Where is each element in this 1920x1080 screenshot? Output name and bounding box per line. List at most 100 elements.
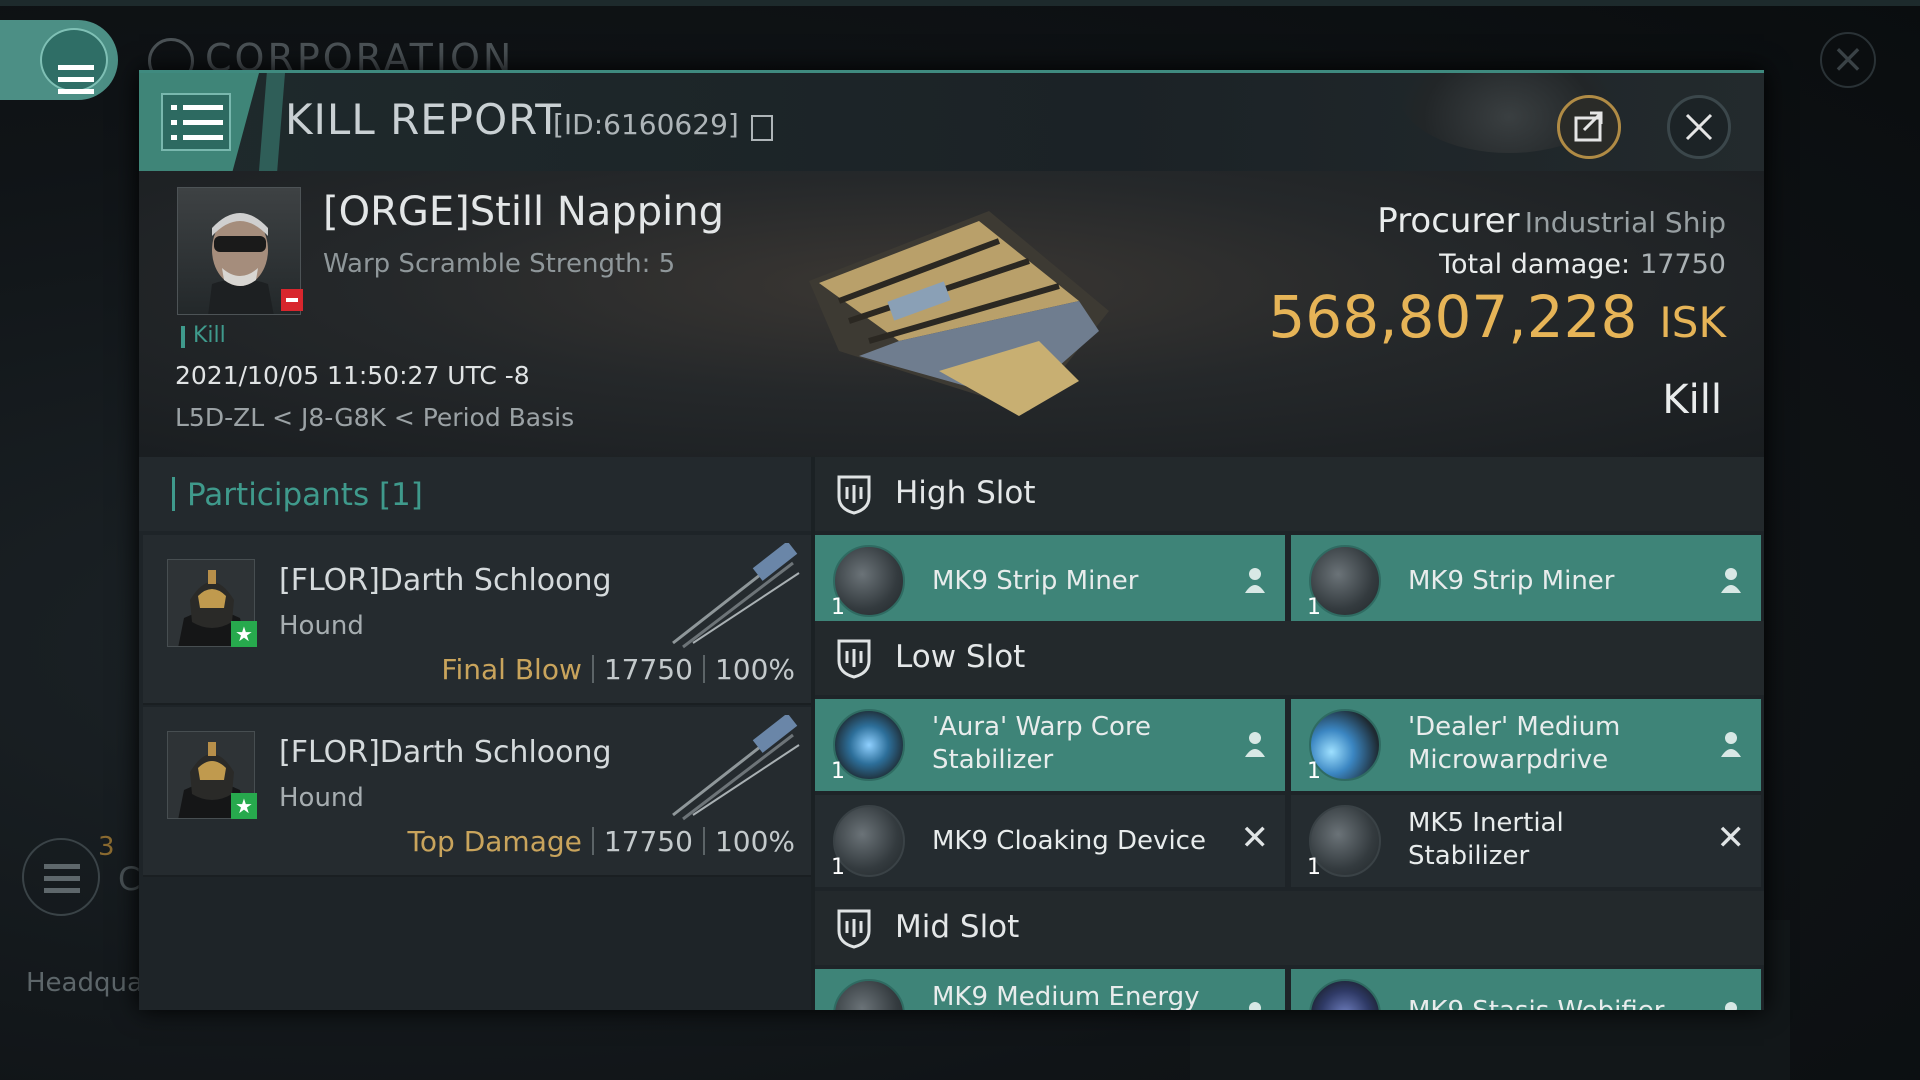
module-name: MK5 Inertial Stabilizer	[1408, 808, 1564, 871]
person-icon	[1245, 568, 1265, 593]
module-quantity: 1	[1307, 595, 1321, 620]
isk-unit: ISK	[1659, 298, 1726, 347]
menu-icon	[58, 65, 94, 70]
side-menu-button[interactable]	[22, 838, 100, 916]
warp-scramble-strength: Warp Scramble Strength: 5	[323, 249, 676, 279]
kill-result: Kill	[1662, 377, 1722, 423]
low-slot-label: Low Slot	[895, 639, 1026, 675]
star-icon: ★	[231, 621, 257, 647]
participants-panel: Participants [1] ★ [FLOR]Darth Schloong …	[139, 457, 811, 1010]
victim-name[interactable]: [ORGE]Still Napping	[323, 189, 724, 235]
page-title: KILL REPORT	[285, 95, 562, 144]
destroyed-x-icon: ✕	[1716, 818, 1746, 858]
close-button[interactable]	[1667, 95, 1731, 159]
module-name: MK9 Strip Miner	[932, 566, 1139, 596]
participants-title: Participants [1]	[187, 477, 423, 513]
slot-shield-icon	[837, 475, 871, 515]
module-name: 'Aura' Warp Core Stabilizer	[932, 712, 1152, 775]
participant-damage: 17750	[603, 653, 693, 686]
kill-datetime: 2021/10/05 11:50:27 UTC -8	[175, 361, 530, 390]
kill-report-window: KILL REPORT [ID:6160629] [ORGE]Still Nap…	[139, 70, 1764, 1010]
module-quantity: 1	[1307, 855, 1321, 880]
participants-header[interactable]: Participants [1]	[139, 457, 811, 531]
participant-ship: Hound	[279, 611, 364, 641]
ship-type: Procurer Industrial Ship	[1377, 201, 1726, 241]
window-menu-button[interactable]	[139, 73, 259, 171]
headquarters-label: Headqua	[26, 968, 143, 998]
participant-row[interactable]: ★ [FLOR]Darth Schloong Hound Top Damage 1…	[143, 707, 811, 877]
top-bar	[0, 0, 1920, 6]
module-quantity: 1	[831, 855, 845, 880]
module-slot[interactable]: 1 MK9 Strip Miner	[815, 535, 1285, 627]
person-icon	[1245, 732, 1265, 757]
low-slot-header: Low Slot	[815, 621, 1764, 695]
mid-slot-label: Mid Slot	[895, 909, 1020, 945]
participant-stats: Top Damage 17750 100%	[408, 825, 795, 858]
main-menu-button[interactable]	[0, 20, 118, 100]
module-slot[interactable]: 1 MK9 Strip Miner	[1291, 535, 1761, 627]
high-slot-header: High Slot	[815, 457, 1764, 531]
participant-stats: Final Blow 17750 100%	[441, 653, 795, 686]
module-quantity: 1	[831, 759, 845, 784]
participant-damage: 17750	[603, 825, 693, 858]
high-slot-label: High Slot	[895, 475, 1036, 511]
participant-tag: Final Blow	[441, 653, 582, 686]
side-menu-letter: C	[118, 860, 141, 898]
background-close-icon[interactable]: ×	[1820, 32, 1876, 88]
module-name: 'Dealer' Medium Microwarpdrive	[1408, 712, 1621, 775]
person-icon	[1725, 1002, 1737, 1010]
module-slot[interactable]: 1 'Aura' Warp Core Stabilizer	[815, 699, 1285, 791]
menu-icon	[183, 105, 223, 110]
person-icon	[1721, 568, 1741, 593]
report-id: [ID:6160629]	[553, 108, 739, 141]
person-icon	[1721, 732, 1741, 757]
module-slot-destroyed[interactable]: 1 MK9 Cloaking Device ✕	[815, 795, 1285, 887]
isk-amount: 568,807,228	[1268, 283, 1638, 351]
side-menu-count: 3	[98, 832, 115, 862]
total-damage: Total damage: 17750	[1439, 249, 1726, 280]
person-icon	[1249, 1002, 1261, 1010]
kill-report-header: KILL REPORT [ID:6160629]	[139, 73, 1764, 171]
module-slot[interactable]: MK9 Medium Energy	[815, 969, 1285, 1010]
destroyed-x-icon: ✕	[1240, 818, 1270, 858]
module-name: MK9 Medium Energy	[932, 982, 1200, 1010]
copy-icon[interactable]	[751, 115, 773, 141]
share-icon	[1574, 111, 1603, 142]
module-quantity: 1	[831, 595, 845, 620]
corp-standing-badge	[281, 289, 303, 311]
participant-percent: 100%	[714, 653, 795, 686]
kill-tag: Kill	[193, 323, 226, 348]
isk-value: 568,807,228 ISK	[1268, 283, 1726, 351]
fitting-panel: High Slot 1 MK9 Strip Miner 1 MK9 Strip …	[815, 457, 1764, 1010]
star-icon: ★	[231, 793, 257, 819]
module-slot[interactable]: MK9 Stasis Webifier	[1291, 969, 1761, 1010]
stasis-webifier-icon	[1309, 979, 1381, 1010]
total-damage-value: 17750	[1640, 249, 1726, 280]
participant-name[interactable]: [FLOR]Darth Schloong	[279, 563, 612, 598]
weapon-icon	[672, 715, 800, 821]
slot-shield-icon	[837, 639, 871, 679]
module-slot-destroyed[interactable]: 1 MK5 Inertial Stabilizer ✕	[1291, 795, 1761, 887]
module-name: MK9 Cloaking Device	[932, 826, 1206, 856]
victim-summary: [ORGE]Still Napping Warp Scramble Streng…	[139, 171, 1764, 457]
total-damage-label: Total damage:	[1439, 249, 1631, 280]
slot-shield-icon	[837, 909, 871, 949]
module-name: MK9 Stasis Webifier	[1408, 995, 1664, 1010]
mid-slot-header: Mid Slot	[815, 891, 1764, 965]
participant-name[interactable]: [FLOR]Darth Schloong	[279, 735, 612, 770]
close-icon	[1685, 113, 1713, 141]
ship-class: Industrial Ship	[1524, 206, 1726, 239]
share-button[interactable]	[1557, 95, 1621, 159]
participant-row[interactable]: ★ [FLOR]Darth Schloong Hound Final Blow 1…	[143, 535, 811, 705]
participant-tag: Top Damage	[407, 825, 582, 858]
participant-percent: 100%	[714, 825, 795, 858]
energy-module-icon	[833, 979, 905, 1010]
ship-image	[809, 211, 1109, 416]
module-slot[interactable]: 1 'Dealer' Medium Microwarpdrive	[1291, 699, 1761, 791]
ship-name[interactable]: Procurer	[1377, 201, 1519, 241]
module-name: MK9 Strip Miner	[1408, 566, 1615, 596]
module-quantity: 1	[1307, 759, 1321, 784]
weapon-icon	[672, 543, 800, 649]
participant-ship: Hound	[279, 783, 364, 813]
kill-location[interactable]: L5D-ZL < J8-G8K < Period Basis	[175, 403, 574, 432]
